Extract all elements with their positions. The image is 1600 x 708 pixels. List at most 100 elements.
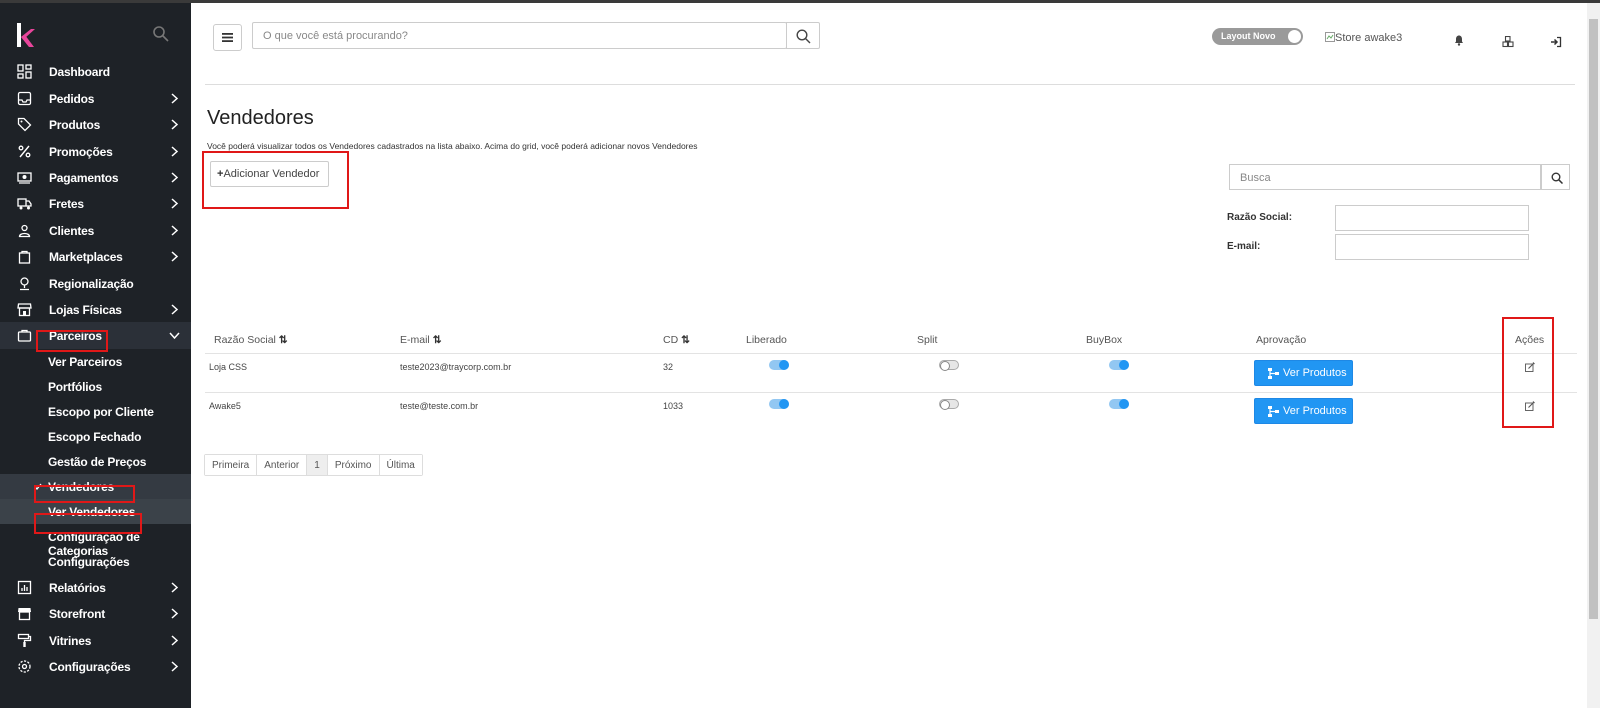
logo-icon[interactable] (16, 23, 36, 47)
sidebar-item-pagamentos[interactable]: Pagamentos (0, 164, 191, 191)
sign-out-icon[interactable] (1550, 36, 1562, 48)
global-search-button[interactable] (786, 22, 820, 49)
sidebar-item-fretes[interactable]: Fretes (0, 190, 191, 217)
store-logo-image: Store awake3 (1325, 32, 1402, 44)
sidebar-subitem-label: Escopo por Cliente (48, 405, 154, 419)
busca-button[interactable] (1541, 164, 1570, 190)
sidebar-item-configuracoes[interactable]: Configurações (0, 653, 191, 680)
sidebar-item-label: Vitrines (49, 634, 92, 648)
sidebar-subitem-configuracoes[interactable]: Configurações (0, 549, 191, 574)
filter-email-input[interactable] (1335, 234, 1529, 260)
liberado-toggle[interactable] (769, 360, 789, 370)
bell-icon[interactable] (1453, 34, 1465, 46)
column-header-razao-social[interactable]: Razão Social ⇅ (214, 334, 288, 346)
pagination-prev[interactable]: Anterior (257, 455, 308, 475)
cell-razao-social: Awake5 (209, 401, 241, 411)
storefront-icon (18, 608, 31, 621)
sidebar-subitem-label: Ver Parceiros (48, 355, 123, 369)
ver-produtos-button[interactable]: Ver Produtos (1254, 360, 1353, 386)
sort-icon: ⇅ (681, 334, 690, 346)
highlight-parceiros (36, 330, 108, 352)
column-header-liberado: Liberado (746, 334, 787, 346)
busca-input[interactable]: Busca (1229, 164, 1541, 190)
sidebar-subitem-gestao-precos[interactable]: Gestão de Preços (0, 449, 191, 474)
filter-label-email: E-mail: (1227, 241, 1261, 252)
chevron-right-icon (171, 635, 179, 646)
sidebar-item-label: Storefront (49, 607, 105, 621)
sidebar-item-label: Configurações (49, 660, 131, 674)
sidebar-item-label: Pedidos (49, 92, 95, 106)
chevron-right-icon (171, 304, 179, 315)
sidebar-item-vitrines[interactable]: Vitrines (0, 627, 191, 654)
sidebar-item-label: Regionalização (49, 277, 134, 291)
column-header-cd[interactable]: CD ⇅ (663, 334, 690, 346)
sidebar-item-label: Relatórios (49, 581, 106, 595)
bag-icon (18, 250, 31, 264)
sidebar-subitem-label: Configurações (48, 555, 130, 569)
chevron-down-icon (169, 332, 180, 340)
search-icon (796, 29, 811, 44)
sidebar-item-regionalizacao[interactable]: Regionalização (0, 270, 191, 297)
sidebar-item-dashboard[interactable]: Dashboard (0, 58, 191, 85)
search-icon[interactable] (152, 25, 170, 43)
ver-produtos-button[interactable]: Ver Produtos (1254, 398, 1353, 424)
buybox-toggle[interactable] (1109, 399, 1129, 409)
sidebar-item-marketplaces[interactable]: Marketplaces (0, 243, 191, 270)
sidebar-item-produtos[interactable]: Produtos (0, 111, 191, 138)
header-divider (205, 84, 1575, 85)
sidebar-item-storefront[interactable]: Storefront (0, 600, 191, 627)
sidebar-item-clientes[interactable]: Clientes (0, 217, 191, 244)
sidebar-subitem-ver-parceiros[interactable]: Ver Parceiros (0, 349, 191, 374)
column-header-label: E-mail (400, 334, 430, 346)
sort-icon: ⇅ (278, 334, 288, 346)
liberado-toggle[interactable] (769, 399, 789, 409)
pagination-next[interactable]: Próximo (327, 455, 380, 475)
sidebar-item-label: Fretes (49, 197, 84, 211)
column-header-split: Split (917, 334, 938, 346)
split-toggle[interactable] (939, 399, 959, 410)
sidebar-item-label: Pagamentos (49, 171, 119, 185)
gear-icon (18, 660, 31, 673)
tag-icon (17, 117, 32, 132)
scrollbar-thumb[interactable] (1589, 19, 1598, 619)
page-description: Você poderá visualizar todos os Vendedor… (207, 141, 698, 151)
pagination-first[interactable]: Primeira (205, 455, 258, 475)
cell-email: teste@teste.com.br (400, 401, 479, 411)
cell-razao-social: Loja CSS (209, 362, 248, 372)
briefcase-icon (17, 329, 32, 342)
chevron-right-icon (171, 225, 179, 236)
sidebar-item-pedidos[interactable]: Pedidos (0, 85, 191, 112)
sidebar-subitem-portfolios[interactable]: Portfólios (0, 374, 191, 399)
sidebar-subitem-escopo-fechado[interactable]: Escopo Fechado (0, 424, 191, 449)
sidebar-item-relatorios[interactable]: Relatórios (0, 574, 191, 601)
split-toggle[interactable] (939, 360, 959, 371)
pagination-last[interactable]: Última (379, 455, 422, 475)
report-icon (17, 580, 32, 595)
page-title: Vendedores (207, 107, 314, 129)
chevron-right-icon (171, 582, 179, 593)
buybox-toggle[interactable] (1109, 360, 1129, 370)
sidebar-item-lojas-fisicas[interactable]: Lojas Físicas (0, 296, 191, 323)
layout-novo-toggle[interactable]: Layout Novo (1212, 28, 1303, 45)
inbox-icon (17, 91, 32, 106)
layout-toggle-label: Layout Novo (1221, 31, 1276, 41)
pagination-current[interactable]: 1 (307, 455, 328, 475)
store-icon (17, 303, 32, 317)
chevron-right-icon (171, 146, 179, 157)
sidebar-subitem-label: Portfólios (48, 380, 102, 394)
global-search-input[interactable]: O que você está procurando? (252, 22, 787, 49)
filter-razao-social-input[interactable] (1335, 205, 1529, 231)
grid-icon (17, 64, 32, 79)
table-header-divider (205, 353, 1577, 354)
scrollbar[interactable] (1587, 3, 1600, 708)
store-image-alt: Store awake3 (1335, 32, 1403, 44)
cubes-icon[interactable] (1502, 36, 1514, 48)
sidebar-subitem-escopo-cliente[interactable]: Escopo por Cliente (0, 399, 191, 424)
percent-icon (18, 145, 31, 158)
highlight-ver-vendedores (34, 513, 142, 534)
hamburger-menu-button[interactable] (213, 24, 242, 51)
sidebar-item-promocoes[interactable]: Promoções (0, 138, 191, 165)
pin-icon (20, 277, 29, 291)
column-header-email[interactable]: E-mail ⇅ (400, 334, 442, 346)
column-header-aprovacao: Aprovação (1256, 334, 1307, 346)
